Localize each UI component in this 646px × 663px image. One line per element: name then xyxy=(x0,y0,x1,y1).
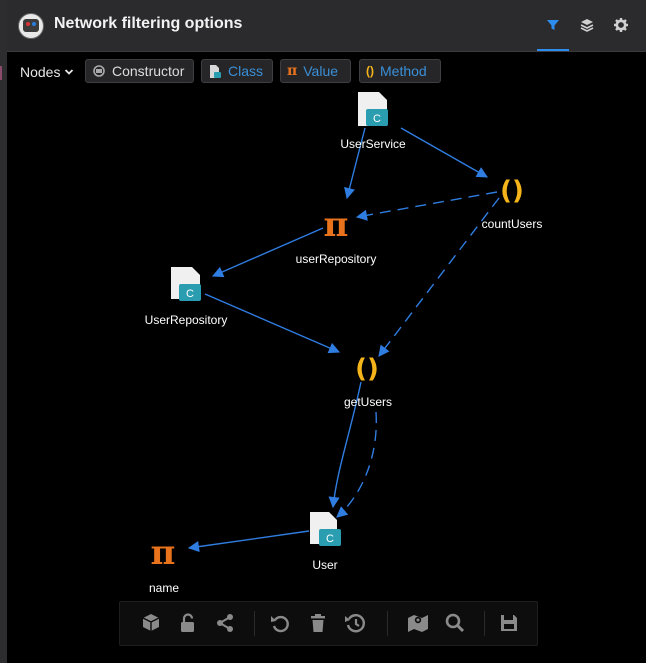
pi-icon: π xyxy=(151,533,176,573)
svg-text:C: C xyxy=(373,113,381,125)
network-filter-panel: Network filtering options Nodes Construc… xyxy=(7,0,646,663)
share-icon xyxy=(217,614,233,632)
unlock-button[interactable] xyxy=(177,612,199,634)
node-countusers[interactable]: () xyxy=(500,176,524,206)
node-getusers[interactable]: () xyxy=(355,354,379,384)
pi-icon: π xyxy=(324,205,349,245)
node-userservice[interactable]: C xyxy=(358,92,388,126)
save-button[interactable] xyxy=(498,612,520,634)
node-label-name: name xyxy=(148,581,180,595)
node-label-userrepository-field: userRepository xyxy=(295,252,377,266)
history-icon xyxy=(345,614,365,633)
node-label-userservice: UserService xyxy=(340,137,406,151)
map-icon xyxy=(408,615,428,632)
edge-getusers-user-dashed[interactable] xyxy=(336,411,377,518)
node-label-getusers: getUsers xyxy=(343,395,393,409)
edge-marker xyxy=(0,66,2,80)
history-button[interactable] xyxy=(344,612,366,634)
save-icon xyxy=(501,615,517,631)
trash-icon xyxy=(311,614,325,632)
share-button[interactable] xyxy=(214,612,236,634)
node-label-userrepository: UserRepository xyxy=(144,313,228,327)
parentheses-icon: () xyxy=(500,176,524,206)
search-icon xyxy=(445,613,465,633)
map-button[interactable] xyxy=(407,612,429,634)
unlock-icon xyxy=(181,613,194,632)
node-userrepository-field[interactable]: π xyxy=(324,205,349,245)
cube-button[interactable] xyxy=(140,612,162,634)
node-name[interactable]: π xyxy=(151,533,176,573)
node-userrepository[interactable]: C xyxy=(171,267,201,301)
edge-userservice-countusers[interactable] xyxy=(400,127,488,178)
undo-button[interactable] xyxy=(269,612,291,634)
edge-countusers-userrepository-field[interactable] xyxy=(355,191,498,221)
svg-text:C: C xyxy=(326,533,334,545)
node-label-countusers: countUsers xyxy=(481,217,543,231)
toolbar-divider xyxy=(254,611,255,636)
delete-button[interactable] xyxy=(307,612,329,634)
svg-text:C: C xyxy=(186,288,194,300)
window-left-edge xyxy=(0,0,7,663)
node-label-user: User xyxy=(312,558,338,572)
edge-user-name[interactable] xyxy=(187,530,310,553)
graph-actions-toolbar xyxy=(119,601,538,646)
undo-icon xyxy=(271,615,289,633)
search-button[interactable] xyxy=(444,612,466,634)
toolbar-divider xyxy=(484,611,485,636)
cube-icon xyxy=(142,614,160,631)
node-user[interactable]: C xyxy=(310,512,341,546)
parentheses-icon: () xyxy=(355,354,379,384)
toolbar-divider xyxy=(387,611,388,636)
